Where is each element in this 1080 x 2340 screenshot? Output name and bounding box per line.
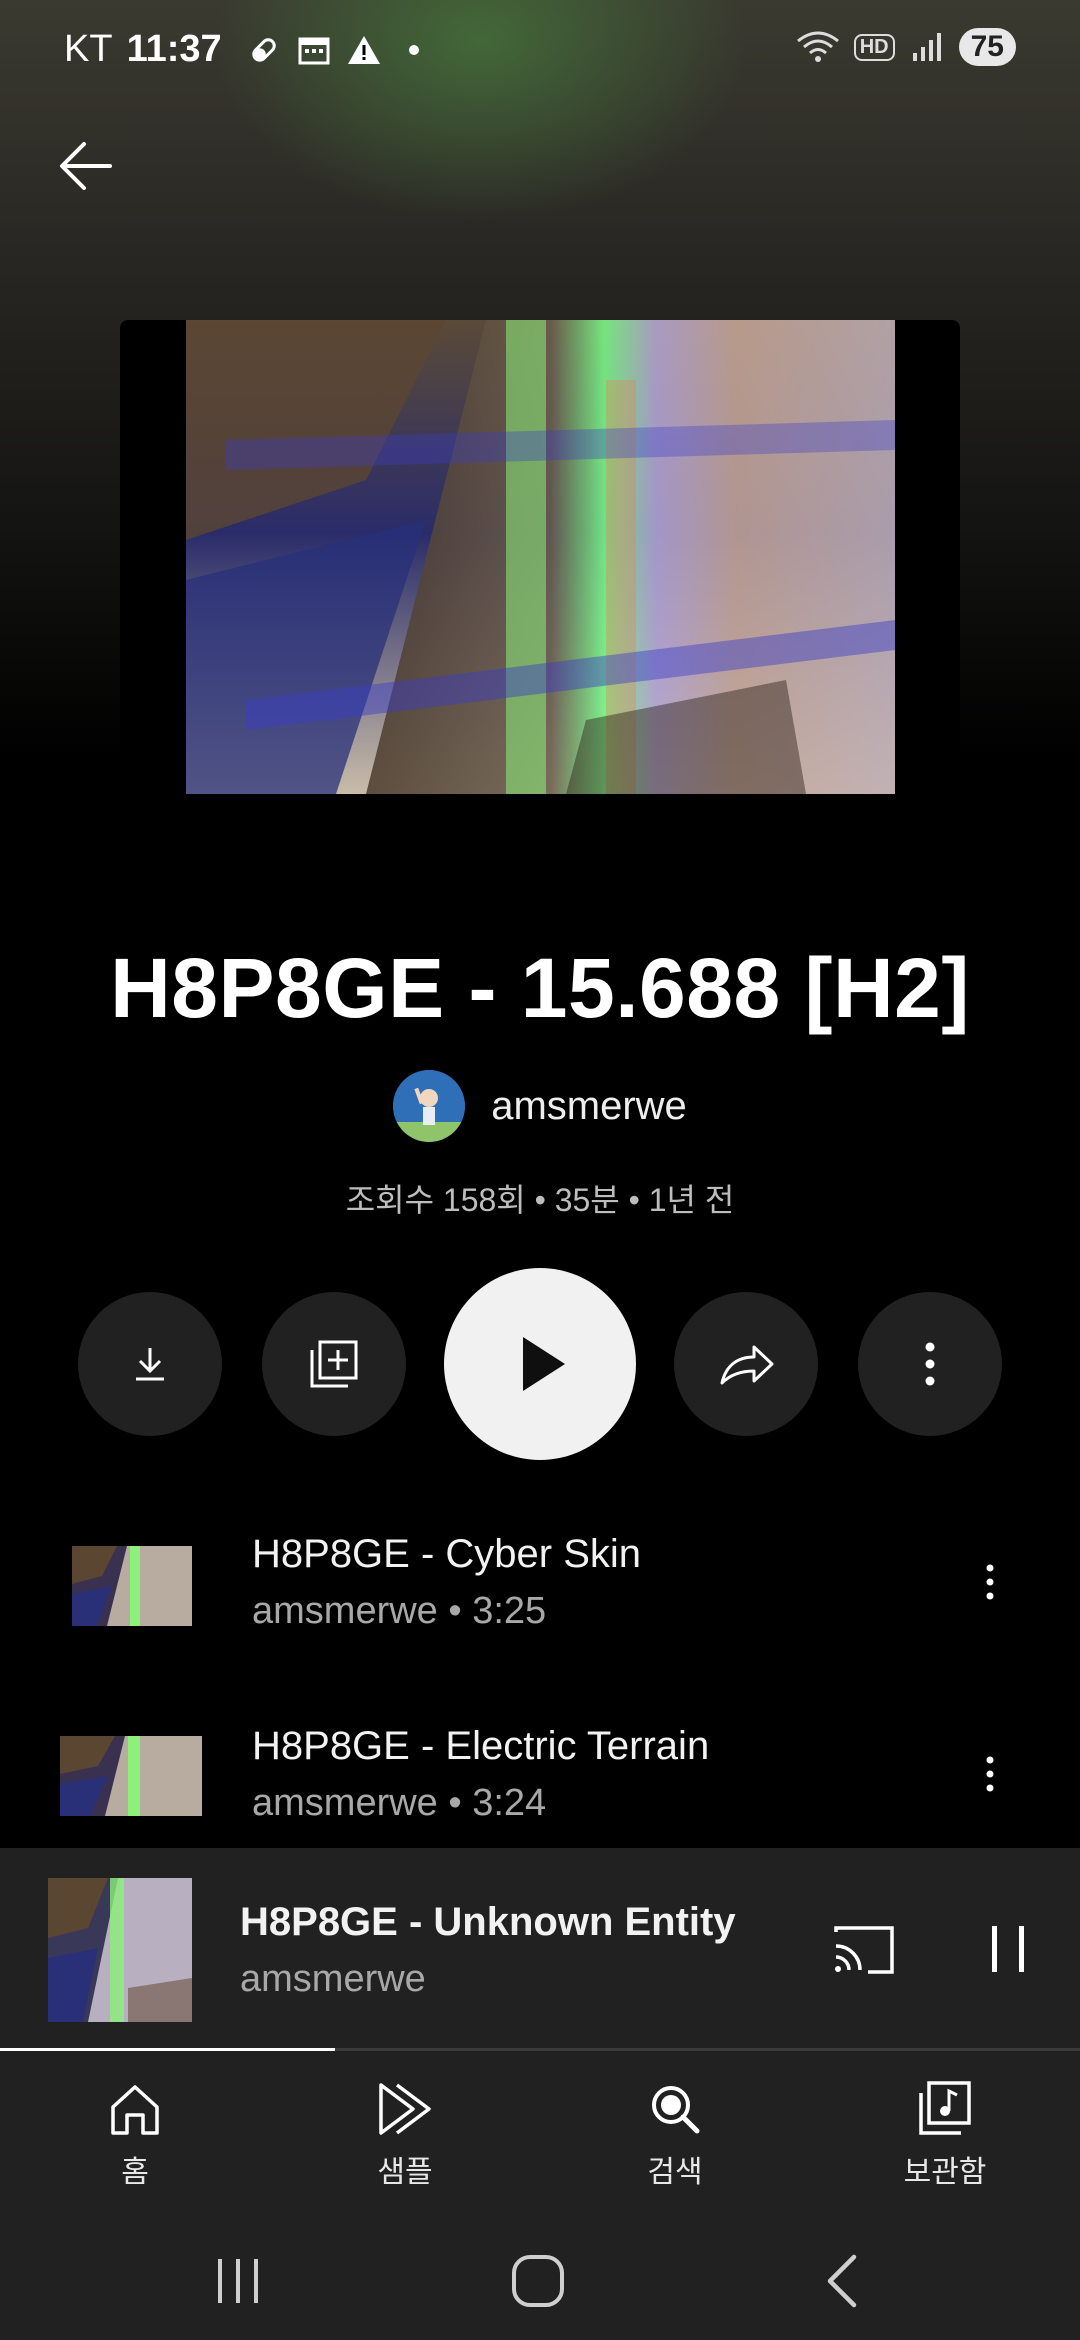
more-options-button[interactable]: [858, 1292, 1002, 1436]
album-art[interactable]: [186, 320, 895, 794]
back-arrow-icon[interactable]: [52, 130, 124, 202]
more-vert-icon: [986, 1564, 994, 1600]
samples-icon: [379, 2083, 431, 2135]
battery-indicator: 75: [958, 28, 1016, 66]
track-row[interactable]: H8P8GE - Electric Terrain amsmerwe • 3:2…: [0, 1702, 1080, 1852]
play-button[interactable]: [444, 1268, 636, 1460]
more-vert-icon: [925, 1342, 935, 1386]
channel-avatar[interactable]: [393, 1070, 466, 1142]
warning-icon: [347, 35, 380, 64]
track-title: H8P8GE - Cyber Skin: [252, 1532, 642, 1576]
nav-samples[interactable]: 샘플: [325, 2077, 485, 2191]
action-row: [0, 1268, 1080, 1460]
recent-apps-icon[interactable]: [208, 2251, 268, 2311]
nav-label-search: 검색: [647, 2156, 703, 2189]
track-thumbnail: [60, 1736, 202, 1816]
home-icon: [111, 2085, 159, 2135]
hd-voice-icon: HD: [853, 33, 895, 61]
nav-label-home: 홈: [121, 2156, 149, 2189]
wifi-icon: [796, 31, 839, 62]
album-meta: 조회수 158회 • 35분 • 1년 전: [345, 1182, 735, 1218]
library-icon: [919, 2081, 971, 2135]
system-navigation-bar: [0, 2221, 1080, 2340]
track-row[interactable]: H8P8GE - Cyber Skin amsmerwe • 3:25: [0, 1510, 1080, 1660]
notification-dot-icon: [408, 44, 419, 55]
pause-icon[interactable]: [988, 1922, 1028, 1976]
track-more-button[interactable]: [970, 1734, 1010, 1814]
mini-player-artist: amsmerwe: [240, 1958, 426, 2000]
clock: 11:37: [126, 28, 222, 70]
calendar-icon: [298, 37, 330, 64]
search-icon: [652, 2086, 700, 2134]
status-left: KT 11:37: [64, 28, 432, 71]
status-right: HD 75: [796, 28, 1016, 66]
track-thumbnail: [72, 1546, 192, 1626]
mini-player-title: H8P8GE - Unknown Entity: [240, 1900, 736, 1944]
share-icon: [720, 1345, 774, 1385]
bottom-navigation: 홈 샘플 검색 보관함: [0, 2051, 1080, 2221]
signal-icon: [912, 33, 941, 61]
share-button[interactable]: [674, 1292, 818, 1436]
play-icon: [523, 1337, 565, 1391]
add-to-playlist-icon: [310, 1340, 358, 1388]
download-button[interactable]: [78, 1292, 222, 1436]
nav-label-samples: 샘플: [377, 2156, 433, 2189]
pill-icon: [251, 37, 276, 62]
track-title: H8P8GE - Electric Terrain: [252, 1724, 710, 1768]
nav-library[interactable]: 보관함: [865, 2077, 1025, 2191]
system-back-icon[interactable]: [812, 2251, 872, 2311]
status-bar: KT 11:37 HD 75: [0, 0, 1080, 110]
mini-player-thumbnail: [48, 1878, 192, 2022]
download-icon: [136, 1348, 164, 1381]
mini-player[interactable]: H8P8GE - Unknown Entity amsmerwe: [0, 1848, 1080, 2050]
save-to-playlist-button[interactable]: [262, 1292, 406, 1436]
channel-name[interactable]: amsmerwe: [491, 1084, 687, 1129]
nav-search[interactable]: 검색: [595, 2077, 755, 2191]
more-vert-icon: [986, 1756, 994, 1792]
avatar-illustration: [393, 1070, 466, 1142]
home-button-icon[interactable]: [508, 2251, 568, 2311]
cast-icon[interactable]: [832, 1924, 896, 1976]
carrier-label: KT: [64, 28, 113, 70]
album-title: H8P8GE - 15.688 [H2]: [110, 941, 970, 1035]
track-subtitle: amsmerwe • 3:25: [252, 1590, 547, 1632]
channel-row[interactable]: amsmerwe: [0, 1070, 1080, 1142]
nav-home[interactable]: 홈: [55, 2077, 215, 2191]
track-subtitle: amsmerwe • 3:24: [252, 1782, 547, 1824]
track-more-button[interactable]: [970, 1542, 1010, 1622]
nav-label-library: 보관함: [903, 2156, 987, 2189]
